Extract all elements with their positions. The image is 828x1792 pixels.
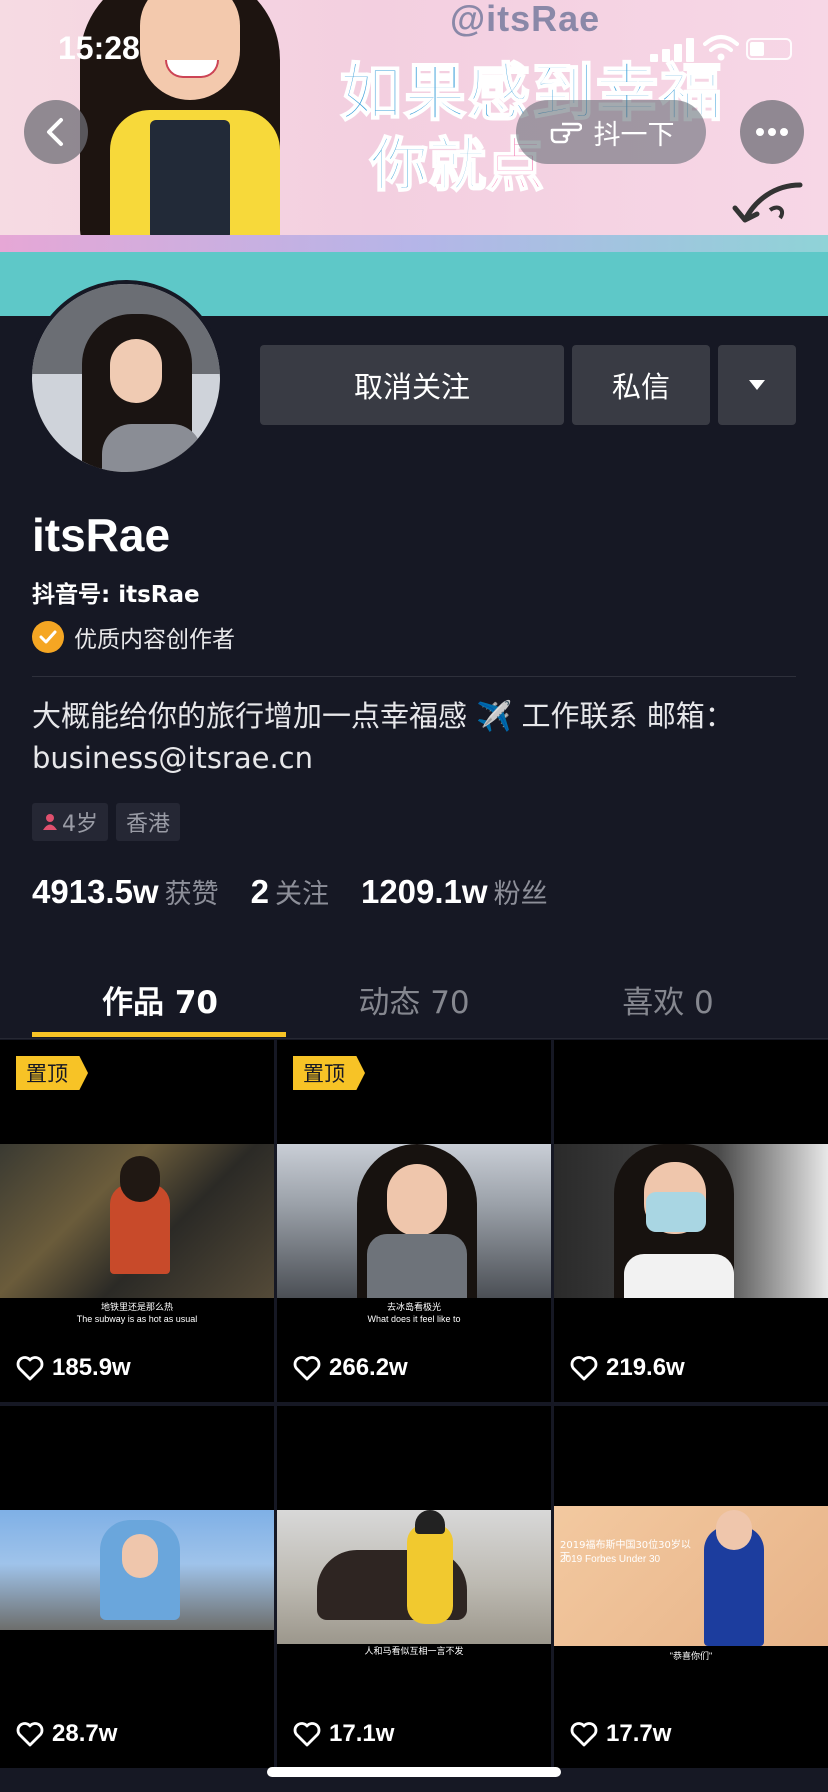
following-label[interactable]: 关注 — [275, 872, 329, 911]
video-frame — [554, 1144, 828, 1298]
likes-label: 获赞 — [164, 879, 219, 910]
shake-label: 抖一下 — [593, 119, 675, 151]
status-time: 15:28 — [58, 30, 140, 66]
hand-point-icon — [550, 122, 582, 144]
video-likes-count: 266.2w — [329, 1354, 408, 1381]
fans-label[interactable]: 粉丝 — [494, 872, 548, 911]
profile-tags: 4岁 香港 — [32, 803, 181, 841]
video-caption-en: The subway is as hot as usual — [76, 1314, 198, 1324]
video-likes: 266.2w — [293, 1354, 408, 1382]
pinned-badge: 置顶 — [16, 1056, 88, 1090]
video-caption-cn: 地铁里还是那么热 — [100, 1302, 173, 1312]
unfollow-button[interactable]: 取消关注 — [260, 345, 564, 425]
video-thumbnail[interactable]: 28.7w — [0, 1406, 274, 1768]
divider — [32, 676, 796, 677]
tab-likes[interactable]: 喜欢 0 — [540, 960, 796, 1038]
video-caption-cn: 去冰岛看极光 — [386, 1302, 441, 1312]
wifi-icon — [703, 35, 739, 61]
video-likes-count: 219.6w — [606, 1354, 685, 1381]
recommend-dropdown-button[interactable] — [718, 345, 796, 425]
video-likes: 219.6w — [570, 1354, 685, 1382]
heart-icon — [293, 1722, 321, 1747]
video-thumbnail[interactable]: 去冰岛看极光 What does it feel like to 置顶 266.… — [277, 1040, 551, 1402]
likes-count: 4913.5w — [32, 873, 159, 910]
video-thumbnail[interactable]: 2019福布斯中国30位30岁以下 2019 Forbes Under 30 "… — [554, 1406, 828, 1768]
video-frame — [277, 1144, 551, 1298]
profile-bio: 大概能给你的旅行增加一点幸福感 ✈️ 工作联系 邮箱：business@itsr… — [32, 699, 734, 775]
video-likes: 28.7w — [16, 1720, 117, 1748]
video-caption-cn: 人和马看似互相一言不发 — [364, 1646, 464, 1656]
video-caption-en: What does it feel like to — [367, 1314, 461, 1324]
message-button[interactable]: 私信 — [572, 345, 710, 425]
fans-count[interactable]: 1209.1w — [361, 873, 488, 911]
video-thumbnail[interactable]: 地铁里还是那么热 The subway is as hot as usual 置… — [0, 1040, 274, 1402]
female-user-icon — [43, 814, 57, 830]
video-likes: 17.7w — [570, 1720, 671, 1748]
home-indicator[interactable] — [267, 1767, 561, 1777]
banner-slogan-line2-a: 你就 — [369, 130, 487, 200]
following-count[interactable]: 2 — [251, 873, 269, 911]
video-likes: 185.9w — [16, 1354, 131, 1382]
video-frame: 2019福布斯中国30位30岁以下 2019 Forbes Under 30 — [554, 1506, 828, 1646]
video-likes: 17.1w — [293, 1720, 394, 1748]
arrow-doodle-icon — [732, 182, 803, 223]
creator-label: 优质内容创作者 — [74, 627, 235, 653]
avatar[interactable] — [28, 280, 224, 476]
heart-icon — [293, 1356, 321, 1381]
creator-badge[interactable]: 优质内容创作者 — [32, 620, 235, 654]
douyin-id: 抖音号: itsRae — [32, 582, 200, 608]
caret-down-icon — [749, 380, 765, 390]
age-label: 4岁 — [62, 812, 98, 837]
more-options-button[interactable] — [740, 100, 804, 164]
heart-icon — [16, 1722, 44, 1747]
heart-icon — [16, 1356, 44, 1381]
video-likes-count: 185.9w — [52, 1354, 131, 1381]
video-caption-cn: "恭喜你们" — [669, 1651, 713, 1661]
status-bar: 15:28 — [0, 0, 828, 96]
back-button[interactable] — [24, 100, 88, 164]
battery-icon — [746, 38, 792, 60]
shake-button[interactable]: 抖一下 — [516, 100, 706, 164]
location-tag: 香港 — [116, 803, 181, 841]
video-frame — [277, 1510, 551, 1644]
tab-activity[interactable]: 动态 70 — [286, 960, 542, 1038]
heart-icon — [570, 1356, 598, 1381]
tab-works[interactable]: 作品 70 — [32, 960, 288, 1038]
profile-name: itsRae — [32, 509, 171, 561]
video-likes-count: 17.1w — [329, 1720, 395, 1747]
profile-stats: 4913.5w 获赞 2 关注 1209.1w 粉丝 — [32, 872, 580, 911]
location-label: 香港 — [126, 812, 171, 837]
video-thumbnail[interactable]: 219.6w — [554, 1040, 828, 1402]
forbes-overlay-2: 2019 Forbes Under 30 — [560, 1554, 661, 1565]
video-frame — [0, 1144, 274, 1298]
tab-active-indicator — [32, 1032, 286, 1037]
profile-tabs: 作品 70 动态 70 喜欢 0 — [0, 960, 828, 1039]
heart-icon — [570, 1722, 598, 1747]
age-tag: 4岁 — [32, 803, 108, 841]
video-frame — [0, 1510, 274, 1630]
verified-check-icon — [32, 621, 64, 653]
video-likes-count: 28.7w — [52, 1720, 118, 1747]
video-thumbnail[interactable]: 人和马看似互相一言不发 17.1w — [277, 1406, 551, 1768]
video-likes-count: 17.7w — [606, 1720, 672, 1747]
cellular-signal-icon — [650, 38, 694, 62]
chevron-left-icon — [47, 118, 63, 146]
pinned-badge: 置顶 — [293, 1056, 365, 1090]
more-dots-icon — [756, 128, 788, 136]
